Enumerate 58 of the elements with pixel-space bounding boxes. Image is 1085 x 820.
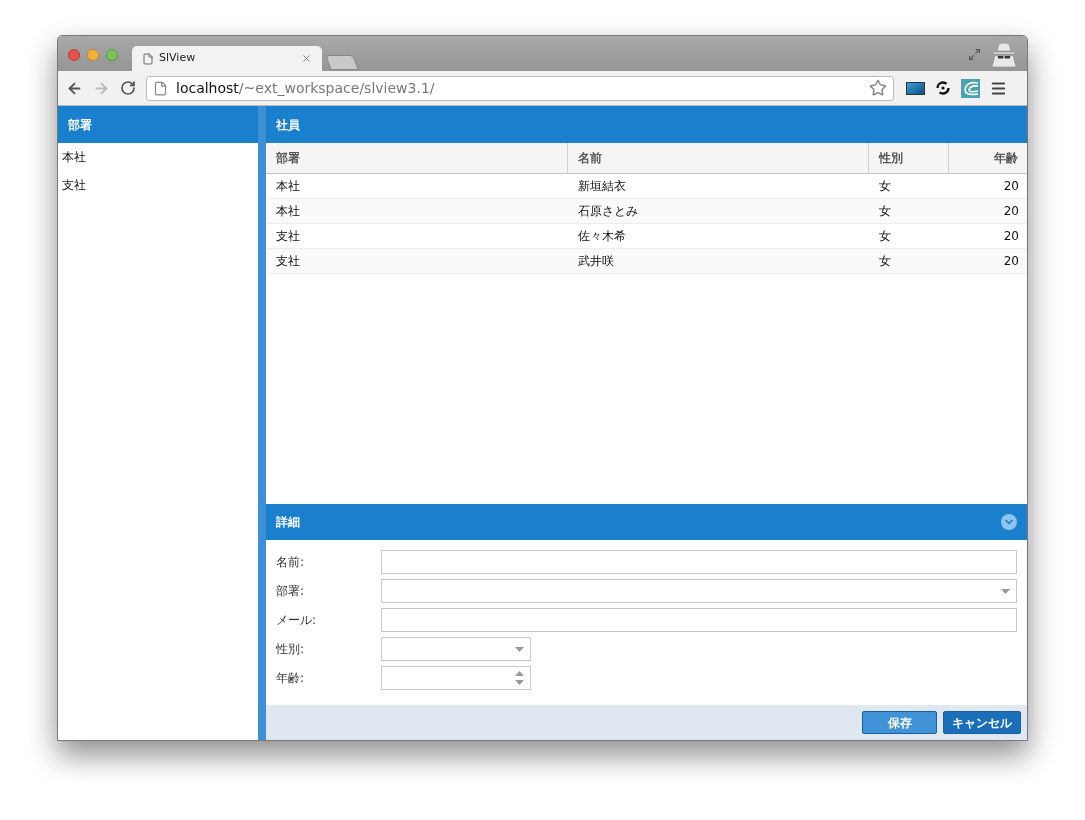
table-cell-text: 新垣結衣 [577, 178, 627, 195]
incognito-icon [989, 41, 1019, 67]
panel-title: 社員 [276, 116, 300, 134]
input-field[interactable] [381, 608, 1017, 632]
browser-tab[interactable]: SlView [132, 46, 322, 71]
column-header[interactable]: 性別 [869, 143, 949, 173]
dropdown-caret-icon [515, 646, 524, 652]
panel-title: 詳細 [276, 514, 301, 531]
dropdown-caret-icon [1001, 588, 1010, 594]
panel-title: 部署 [68, 116, 92, 134]
new-tab-button[interactable] [325, 55, 359, 70]
dropdown-field[interactable] [381, 637, 531, 661]
table-cell-text: 支社 [275, 253, 301, 270]
field-label: 年齢: [276, 670, 306, 687]
input-field[interactable] [381, 550, 1017, 574]
bookmark-star-icon[interactable] [869, 79, 887, 97]
department-item[interactable]: 支社 [58, 171, 258, 199]
form-button[interactable]: キャンセル [943, 711, 1021, 734]
field-label: 名前: [276, 554, 306, 571]
table-cell-text: 女 [878, 203, 892, 220]
table-cell-text: 佐々木希 [577, 228, 627, 245]
page-icon [142, 52, 154, 65]
department-item[interactable]: 本社 [58, 143, 258, 171]
dropdown-field[interactable] [381, 579, 1017, 603]
table-cell-text: 武井咲 [577, 253, 615, 270]
close-tab-icon[interactable] [301, 53, 312, 64]
table-cell-text: 本社 [275, 178, 301, 195]
field-label: メール: [276, 612, 318, 629]
field-label: 性別: [276, 641, 306, 658]
column-header[interactable]: 部署 [266, 143, 568, 173]
table-cell-text: 女 [878, 228, 892, 245]
close-window-icon[interactable] [68, 49, 80, 61]
reload-icon[interactable] [120, 80, 136, 96]
table-cell-text: 20 [1002, 178, 1020, 195]
fullscreen-icon[interactable] [968, 47, 981, 61]
collapse-toggle-icon[interactable] [1001, 514, 1017, 530]
column-header[interactable]: 名前 [568, 143, 869, 173]
table-cell-text: 20 [1002, 203, 1020, 220]
address-bar[interactable]: localhost/~ext_workspace/slview3.1/ [146, 75, 894, 101]
table-cell-text: 支社 [275, 228, 301, 245]
sync-extension-icon[interactable] [935, 80, 951, 96]
table-cell-text: 石原さとみ [577, 203, 639, 220]
wave-extension-icon[interactable] [961, 78, 980, 98]
column-header[interactable]: 年齢 [949, 143, 1027, 173]
number-field[interactable] [381, 666, 531, 690]
minimize-window-icon[interactable] [87, 49, 99, 61]
table-cell-text: 本社 [275, 203, 301, 220]
terminal-extension-icon[interactable] [906, 81, 925, 95]
table-cell-text: 20 [1002, 253, 1020, 270]
table-cell-text: 女 [878, 253, 892, 270]
url-text: localhost/~ext_workspace/slview3.1/ [176, 78, 436, 98]
tab-title: SlView [159, 50, 197, 67]
table-cell-text: 女 [878, 178, 892, 195]
field-label: 部署: [276, 583, 306, 600]
table-cell-text: 20 [1002, 228, 1020, 245]
page-icon [153, 80, 168, 96]
zoom-window-icon[interactable] [106, 49, 118, 61]
spinner-icon [515, 671, 524, 685]
